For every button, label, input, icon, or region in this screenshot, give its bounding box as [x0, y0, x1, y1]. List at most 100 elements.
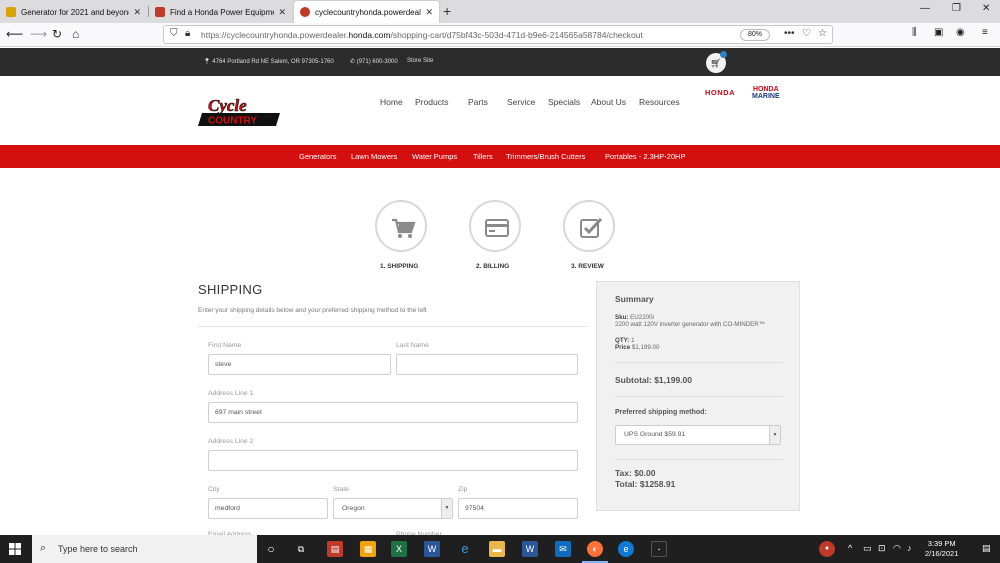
zip-field[interactable]: 97504 — [458, 498, 578, 519]
edge-icon[interactable]: e — [618, 541, 634, 557]
cart-badge — [720, 51, 727, 58]
first-name-field[interactable]: steve — [208, 354, 391, 375]
tab-cyclecountry[interactable]: cyclecountryhonda.powerdealer ✕ — [294, 1, 439, 23]
category-water-pumps[interactable]: Water Pumps — [412, 152, 457, 161]
category-generators[interactable]: Generators — [299, 152, 337, 161]
summary-sku: Sku: EU2200i — [615, 314, 654, 321]
close-tab-icon[interactable]: ✕ — [278, 7, 286, 18]
step-label-review: 3. REVIEW — [571, 263, 604, 270]
minimize-icon[interactable]: — — [920, 3, 930, 14]
step-shipping[interactable] — [375, 200, 427, 252]
store-icon[interactable]: ▦ — [360, 541, 376, 557]
account-icon[interactable]: ◉ — [956, 27, 965, 38]
word-icon[interactable]: W — [424, 541, 440, 557]
cart-icon — [392, 218, 416, 238]
excel-icon[interactable]: X — [391, 541, 407, 557]
task-view-icon[interactable]: ⧉ — [293, 541, 309, 557]
close-tab-icon[interactable]: ✕ — [133, 7, 141, 18]
address-line-1-label: Address Line 1 — [208, 390, 254, 397]
summary-tax: Tax: $0.00 — [615, 468, 656, 478]
shipping-method-select[interactable]: UPS Ground $59.91 ▼ — [615, 425, 781, 445]
back-icon[interactable]: ⟵ — [6, 27, 23, 41]
nav-about-us[interactable]: About Us — [591, 97, 626, 107]
mail-icon[interactable]: ✉ — [555, 541, 571, 557]
cortana-icon[interactable]: ○ — [263, 541, 279, 557]
city-label: City — [208, 486, 220, 493]
taskbar: ⌕ Type here to search ○ ⧉ ▤ ▦ X W e ▬ W … — [0, 535, 1000, 563]
nav-service[interactable]: Service — [507, 97, 535, 107]
word-icon[interactable]: W — [522, 541, 538, 557]
nav-products[interactable]: Products ⌄ — [415, 97, 449, 107]
summary-qty: QTY: 1 — [615, 337, 635, 344]
battery-icon[interactable]: ▭ — [863, 543, 872, 554]
address-line-2-field[interactable] — [208, 450, 578, 471]
step-label-billing: 2. BILLING — [476, 263, 510, 270]
sidebar-icon[interactable]: ▣ — [934, 27, 943, 38]
tab-generator[interactable]: Generator for 2021 and beyond ✕ — [0, 1, 147, 23]
category-lawn-mowers[interactable]: Lawn Mowers — [351, 152, 397, 161]
checkbox-icon — [580, 217, 603, 238]
summary-subtotal: Subtotal: $1,199.00 — [615, 375, 693, 385]
new-tab-icon[interactable]: + — [443, 3, 451, 19]
app-icon[interactable]: ▪ — [651, 541, 667, 557]
store-address: 📍︎ 4764 Portland Rd NE Salem, OR 97305-1… — [203, 59, 334, 65]
network-icon[interactable]: ⊡ — [878, 543, 886, 554]
search-input[interactable]: Type here to search — [58, 544, 138, 554]
category-trimmers[interactable]: Trimmers/Brush Cutters — [506, 152, 585, 161]
app-icon[interactable]: ▤ — [327, 541, 343, 557]
nav-home[interactable]: Home — [380, 97, 403, 107]
cycle-country-logo[interactable]: Cycle COUNTRY — [198, 94, 284, 128]
menu-icon[interactable]: ≡ — [982, 27, 988, 38]
last-name-field[interactable] — [396, 354, 578, 375]
url-bar[interactable]: ⛉ 🔒︎ https://cyclecountryhonda.powerdeal… — [163, 25, 833, 44]
taskbar-search[interactable]: ⌕ Type here to search — [32, 535, 257, 563]
url-text[interactable]: https://cyclecountryhonda.powerdealer.ho… — [201, 30, 643, 40]
notifications-icon[interactable]: ▤ — [982, 543, 991, 554]
address-line-1-field[interactable]: 697 main street — [208, 402, 578, 423]
volume-icon[interactable]: ♪ — [907, 543, 912, 553]
reload-icon[interactable]: ↻ — [52, 27, 62, 41]
nav-resources[interactable]: Resources ⌄ — [639, 97, 680, 107]
browser-nav-bar: ⟵ ⟶ ↻ ⌂ ⛉ 🔒︎ https://cyclecountryhonda.p… — [0, 23, 1000, 47]
honda-logo[interactable]: HONDA — [705, 88, 735, 97]
divider — [615, 396, 783, 397]
forward-icon[interactable]: ⟶ — [30, 27, 47, 41]
category-tillers[interactable]: Tillers — [473, 152, 493, 161]
nav-specials[interactable]: Specials — [548, 97, 580, 107]
wifi-icon[interactable]: ◠ — [893, 543, 901, 554]
category-portables[interactable]: Portables - 2.3HP-20HP — [605, 152, 685, 161]
store-phone[interactable]: ✆ (971) 600-3000 — [350, 58, 398, 65]
summary-description: 2200 watt 120V inverter generator with C… — [615, 321, 765, 328]
more-actions-icon[interactable]: ••• — [784, 28, 795, 39]
shield-icon[interactable]: ⛉ — [170, 28, 178, 39]
close-tab-icon[interactable]: ✕ — [425, 7, 433, 18]
file-explorer-icon[interactable]: ▬ — [489, 541, 505, 557]
chevron-up-icon[interactable]: ^ — [848, 543, 852, 553]
honda-marine-logo[interactable]: HONDA MARINE — [752, 86, 780, 100]
step-billing[interactable] — [469, 200, 521, 252]
tray-app-icon[interactable]: ● — [819, 541, 835, 557]
restore-icon[interactable]: ❐ — [952, 3, 961, 14]
pocket-icon[interactable]: ♡ — [802, 28, 811, 39]
store-site-link[interactable]: Store Site — [407, 58, 433, 64]
close-window-icon[interactable]: ✕ — [982, 3, 990, 14]
zoom-level[interactable]: 80% — [740, 29, 770, 41]
ie-icon[interactable]: e — [457, 541, 473, 557]
home-icon[interactable]: ⌂ — [72, 27, 79, 41]
state-select[interactable]: Oregon ▼ — [333, 498, 453, 519]
bookmark-star-icon[interactable]: ☆ — [818, 28, 827, 39]
divider — [615, 362, 783, 363]
tab-find-honda[interactable]: Find a Honda Power Equipment ✕ — [149, 1, 292, 23]
tab-title: cyclecountryhonda.powerdealer — [315, 7, 422, 17]
windows-start-icon[interactable] — [9, 543, 21, 555]
nav-parts[interactable]: Parts ⌄ — [468, 97, 488, 107]
clock[interactable]: 3:39 PM 2/16/2021 — [925, 539, 958, 559]
lock-icon[interactable]: 🔒︎ — [185, 28, 190, 39]
library-icon[interactable]: ⫼ — [912, 27, 917, 38]
summary-price: Price $1,199.00 — [615, 344, 660, 351]
credit-card-icon — [485, 219, 509, 237]
firefox-icon[interactable]: ◐ — [587, 541, 603, 557]
tab-title: Generator for 2021 and beyond — [21, 7, 130, 17]
city-field[interactable]: medford — [208, 498, 328, 519]
step-review[interactable] — [563, 200, 615, 252]
